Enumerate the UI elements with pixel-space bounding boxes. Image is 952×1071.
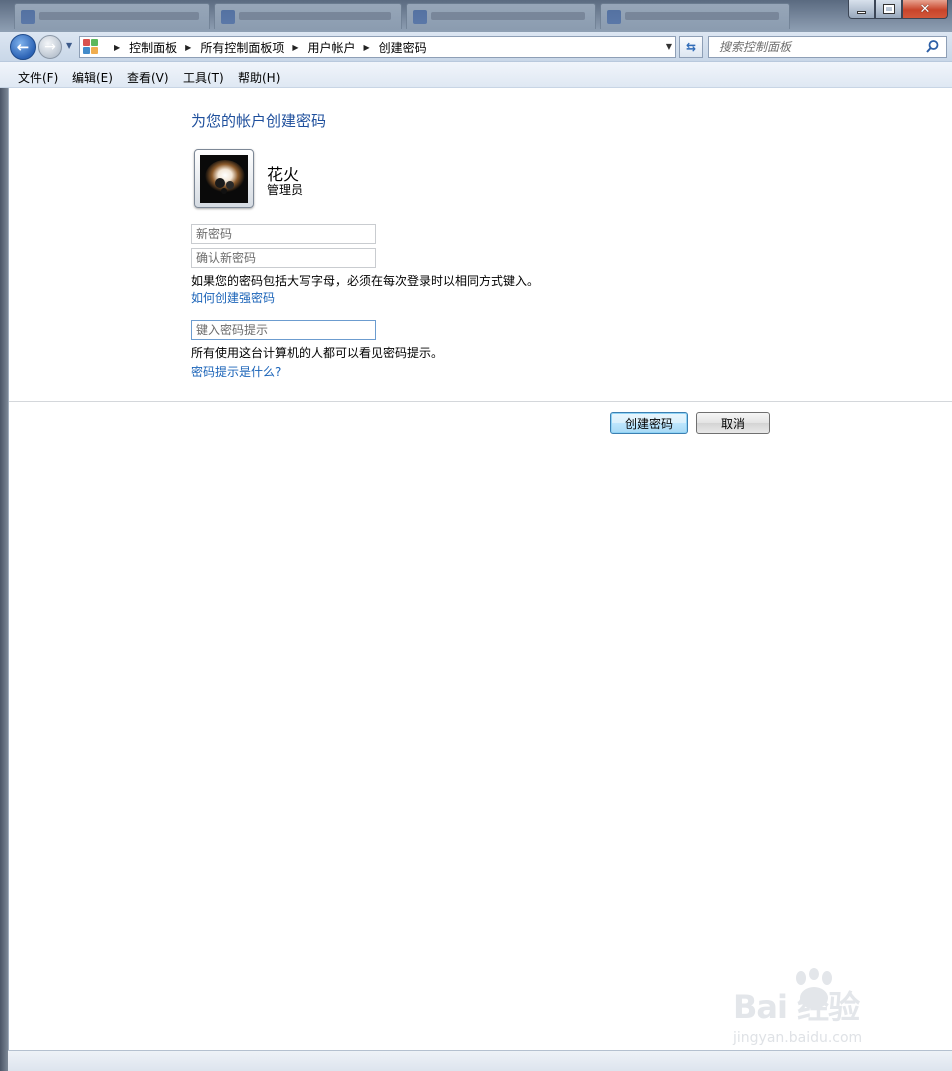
window-left-edge [0,88,8,1071]
refresh-button[interactable]: ⇆ [679,36,703,58]
breadcrumb-create-password[interactable]: 创建密码 [379,39,427,56]
watermark-url: jingyan.baidu.com [733,1030,863,1046]
status-bar [8,1050,952,1071]
page-title: 为您的帐户创建密码 [191,112,327,130]
minimize-button[interactable] [848,0,875,19]
forward-button[interactable]: → [38,35,62,59]
back-button[interactable]: ← [10,34,36,60]
app-icon [607,10,621,24]
close-icon: ✕ [919,1,931,17]
password-hint-help-link[interactable]: 密码提示是什么? [191,363,281,380]
confirm-password-field[interactable] [191,248,376,268]
content-pane: 为您的帐户创建密码 花火 管理员 如果您的密码包括大写字母，必须在每次登录时以相… [8,88,952,1050]
background-taskbar-tab[interactable] [14,3,210,29]
background-taskbar-tab[interactable] [406,3,596,29]
strong-password-link[interactable]: 如何创建强密码 [191,289,275,306]
app-icon [413,10,427,24]
breadcrumb: ▶ 控制面板 ▶ 所有控制面板项 ▶ 用户帐户 ▶ 创建密码 [106,37,427,57]
password-hint-note: 所有使用这台计算机的人都可以看见密码提示。 [191,346,444,360]
user-picture [200,155,248,203]
blurred-tab-label [239,12,391,20]
blurred-tab-label [39,12,199,20]
case-sensitivity-note: 如果您的密码包括大写字母，必须在每次登录时以相同方式键入。 [191,274,540,288]
maximize-button[interactable] [875,0,902,19]
maximize-icon [882,4,895,14]
refresh-icon: ⇆ [685,40,697,54]
blurred-tab-label [625,12,779,20]
breadcrumb-separator-icon[interactable]: ▶ [114,43,120,52]
password-hint-field[interactable] [191,320,376,340]
breadcrumb-separator-icon[interactable]: ▶ [185,43,191,52]
search-input[interactable] [709,37,919,57]
breadcrumb-separator-icon[interactable]: ▶ [364,43,370,52]
menu-help[interactable]: 帮助(H) [238,69,280,86]
divider [9,401,952,402]
create-password-button[interactable]: 创建密码 [610,412,688,434]
breadcrumb-control-panel[interactable]: 控制面板 [129,39,177,56]
fireworks-picture-icon [200,155,248,203]
search-icon[interactable] [925,39,940,54]
address-dropdown-icon[interactable]: ▼ [666,42,672,51]
search-box[interactable] [708,36,947,58]
menu-bar: 文件(F) 编辑(E) 查看(V) 工具(T) 帮助(H) [0,61,952,88]
app-icon [21,10,35,24]
minimize-icon [857,10,866,14]
new-password-field[interactable] [191,224,376,244]
app-icon [221,10,235,24]
background-taskbar-tab[interactable] [214,3,402,29]
user-role: 管理员 [267,183,304,197]
paw-icon [796,968,832,1009]
back-arrow-icon: ← [16,38,30,56]
menu-tools[interactable]: 工具(T) [183,69,224,86]
menu-view[interactable]: 查看(V) [127,69,169,86]
breadcrumb-separator-icon[interactable]: ▶ [292,43,298,52]
caption-buttons: ✕ [848,0,948,20]
cancel-button[interactable]: 取消 [696,412,770,434]
menu-file[interactable]: 文件(F) [18,69,58,86]
title-bar: ✕ [0,0,952,32]
address-bar[interactable]: ▶ 控制面板 ▶ 所有控制面板项 ▶ 用户帐户 ▶ 创建密码 ▼ [79,36,676,58]
close-button[interactable]: ✕ [902,0,948,19]
chevron-down-icon: ▼ [66,41,73,50]
breadcrumb-user-accounts[interactable]: 用户帐户 [308,39,356,56]
background-taskbar-tab[interactable] [600,3,790,29]
menu-edit[interactable]: 编辑(E) [72,69,113,86]
recent-pages-dropdown[interactable]: ▼ [66,41,72,50]
watermark: Bai 经验 jingyan.baidu.com [733,968,908,1048]
avatar [194,149,254,208]
control-panel-icon [83,39,99,55]
blurred-tab-label [431,12,585,20]
navigation-bar: ← → ▼ ▶ 控制面板 ▶ 所有控制面板项 ▶ 用户帐户 ▶ 创建密码 ▼ ⇆ [0,32,952,61]
forward-arrow-icon: → [44,39,56,55]
breadcrumb-all-items[interactable]: 所有控制面板项 [200,39,284,56]
